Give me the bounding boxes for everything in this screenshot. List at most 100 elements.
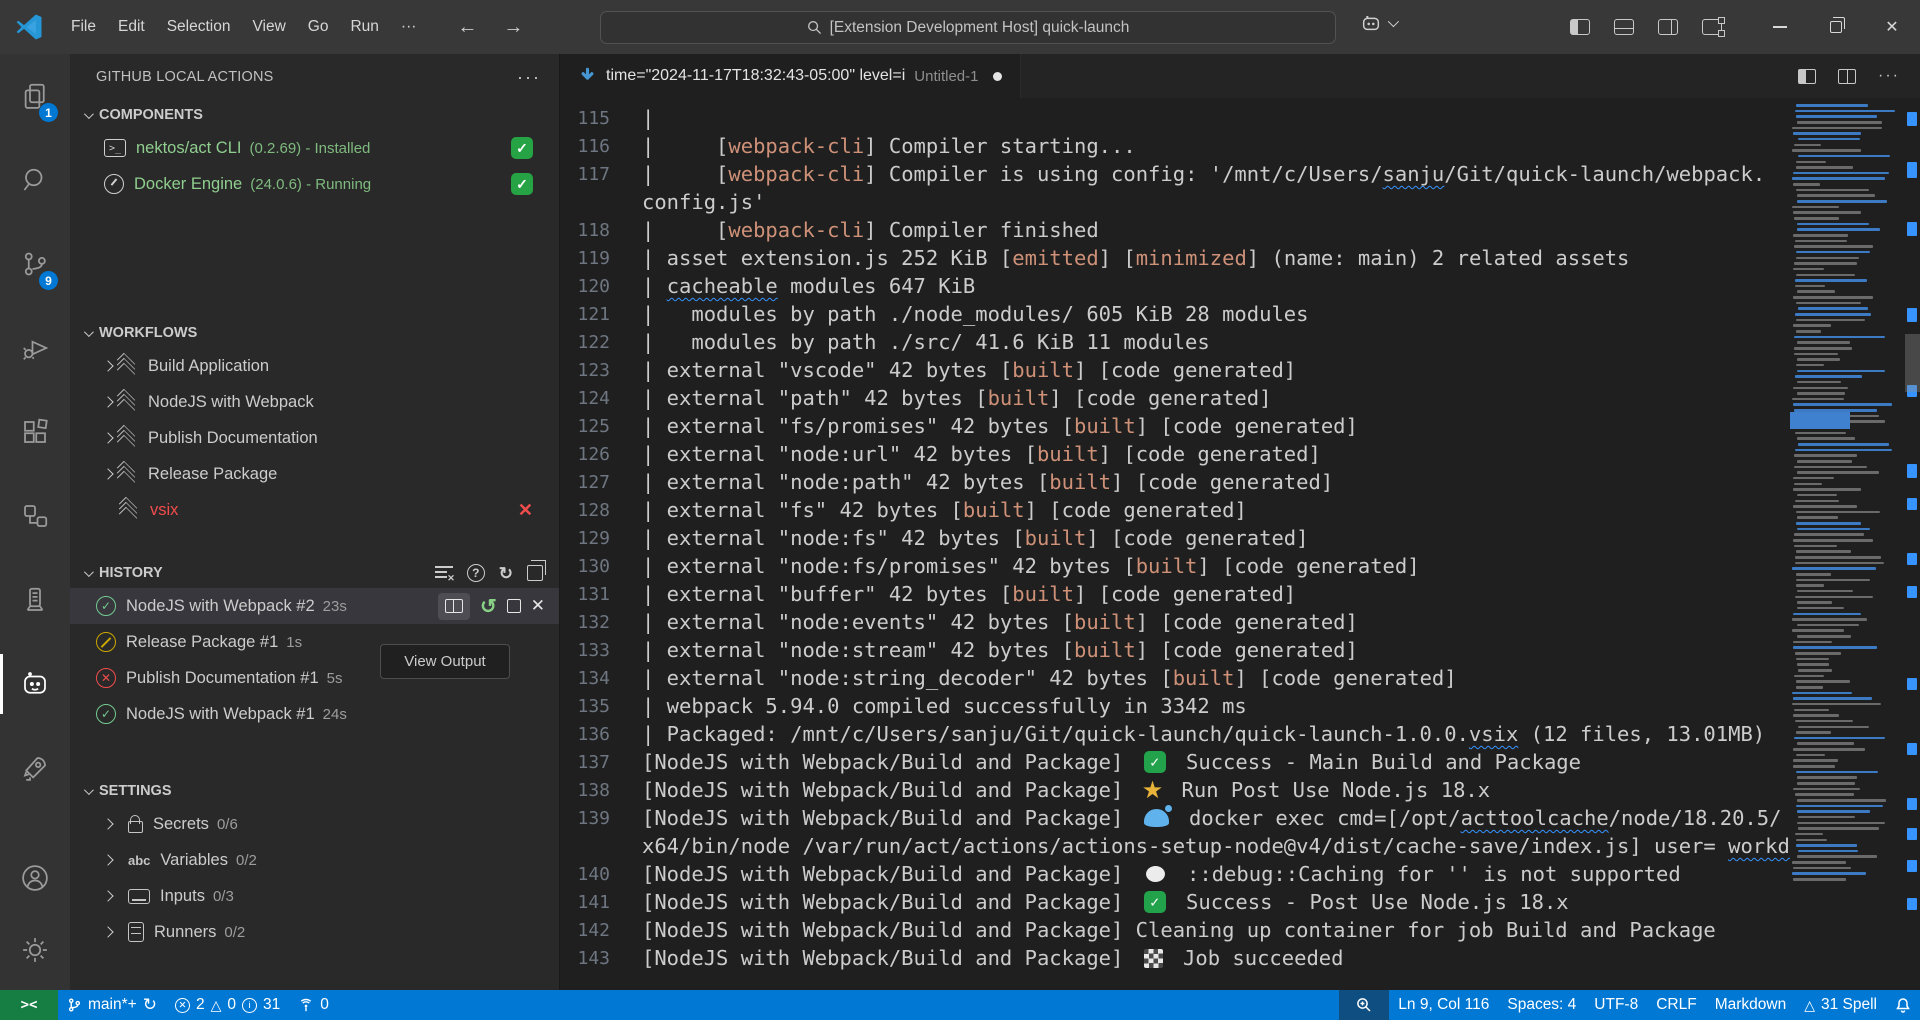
- chevron-right-icon[interactable]: [102, 360, 113, 371]
- remote-indicator[interactable]: ><: [0, 990, 58, 1020]
- code-line[interactable]: 133| external "node:stream" 42 bytes [bu…: [560, 636, 1790, 664]
- zoom-indicator[interactable]: [1339, 990, 1389, 1020]
- code-line[interactable]: 128| external "fs" 42 bytes [built] [cod…: [560, 496, 1790, 524]
- stop-icon[interactable]: [507, 599, 521, 613]
- code-line[interactable]: 121| modules by path ./node_modules/ 605…: [560, 300, 1790, 328]
- settings-button[interactable]: [0, 914, 70, 986]
- settings-row-runners[interactable]: Runners0/2: [70, 914, 559, 950]
- command-center-search[interactable]: [Extension Development Host] quick-launc…: [600, 11, 1336, 44]
- component-row[interactable]: Docker Engine(24.0.6) - Running✓: [70, 166, 559, 202]
- text-editor[interactable]: 115|116| [webpack-cli] Compiler starting…: [560, 98, 1920, 990]
- code-line[interactable]: 138[NodeJS with Webpack/Build and Packag…: [560, 776, 1790, 804]
- code-line[interactable]: 140[NodeJS with Webpack/Build and Packag…: [560, 860, 1790, 888]
- section-header-components[interactable]: COMPONENTS: [70, 100, 559, 130]
- chevron-right-icon[interactable]: [102, 432, 113, 443]
- code-line[interactable]: 143[NodeJS with Webpack/Build and Packag…: [560, 944, 1790, 972]
- minimap[interactable]: [1790, 98, 1920, 990]
- back-arrow-icon[interactable]: ←: [453, 16, 481, 39]
- tab-untitled-1[interactable]: time="2024-11-17T18:32:43-05:00" level=i…: [560, 54, 1021, 98]
- encoding[interactable]: UTF-8: [1585, 990, 1647, 1020]
- toggle-secondary-sidebar-icon[interactable]: [1658, 19, 1678, 35]
- copilot-menu[interactable]: [1360, 12, 1396, 34]
- workflow-row[interactable]: Publish Documentation: [70, 420, 559, 456]
- section-header-settings[interactable]: SETTINGS: [70, 776, 559, 806]
- code-line[interactable]: 120| cacheable modules 647 KiB: [560, 272, 1790, 300]
- code-line[interactable]: 119| asset extension.js 252 KiB [emitted…: [560, 244, 1790, 272]
- code-line[interactable]: 132| external "node:events" 42 bytes [bu…: [560, 608, 1790, 636]
- code-line[interactable]: 135| webpack 5.94.0 compiled successfull…: [560, 692, 1790, 720]
- settings-row-variables[interactable]: abcVariables0/2: [70, 842, 559, 878]
- notifications[interactable]: [1886, 990, 1920, 1020]
- editor-more-actions-icon[interactable]: ···: [1878, 67, 1900, 85]
- chevron-right-icon[interactable]: [102, 396, 113, 407]
- forward-arrow-icon[interactable]: →: [499, 16, 527, 39]
- code-line[interactable]: 129| external "node:fs" 42 bytes [built]…: [560, 524, 1790, 552]
- component-row[interactable]: >_nektos/act CLI(0.2.69) - Installed✓: [70, 130, 559, 166]
- sidebar-item-explorer[interactable]: 1: [0, 54, 70, 138]
- code-line[interactable]: 126| external "node:url" 42 bytes [built…: [560, 440, 1790, 468]
- eol-sequence[interactable]: CRLF: [1647, 990, 1705, 1020]
- code-line[interactable]: 127| external "node:path" 42 bytes [buil…: [560, 468, 1790, 496]
- settings-row-secrets[interactable]: Secrets0/6: [70, 806, 559, 842]
- code-line[interactable]: 118| [webpack-cli] Compiler finished: [560, 216, 1790, 244]
- menu-item-view[interactable]: View: [241, 12, 296, 42]
- code-line[interactable]: 123| external "vscode" 42 bytes [built] …: [560, 356, 1790, 384]
- chevron-right-icon[interactable]: [102, 818, 113, 829]
- section-header-history[interactable]: HISTORY ? ↻: [70, 558, 559, 588]
- menu-item-run[interactable]: Run: [339, 12, 389, 42]
- view-output-button[interactable]: [438, 593, 470, 620]
- rerun-icon[interactable]: ↺: [480, 594, 497, 619]
- history-row[interactable]: ✓NodeJS with Webpack #124s: [70, 696, 559, 732]
- code-line[interactable]: 122| modules by path ./src/ 41.6 KiB 11 …: [560, 328, 1790, 356]
- code-line[interactable]: 124| external "path" 42 bytes [built] [c…: [560, 384, 1790, 412]
- restore-button[interactable]: [1808, 0, 1864, 54]
- workflow-row[interactable]: Release Package: [70, 456, 559, 492]
- dismiss-icon[interactable]: ✕: [531, 596, 545, 616]
- sidebar-item-github-local-actions[interactable]: [0, 642, 70, 726]
- menu-item-selection[interactable]: Selection: [156, 12, 242, 42]
- chevron-right-icon[interactable]: [102, 890, 113, 901]
- cursor-position[interactable]: Ln 9, Col 116: [1389, 990, 1498, 1020]
- code-line[interactable]: 116| [webpack-cli] Compiler starting...: [560, 132, 1790, 160]
- code-line[interactable]: 134| external "node:string_decoder" 42 b…: [560, 664, 1790, 692]
- sidebar-item-run-debug[interactable]: [0, 306, 70, 390]
- indentation[interactable]: Spaces: 4: [1498, 990, 1585, 1020]
- settings-row-inputs[interactable]: Inputs0/3: [70, 878, 559, 914]
- minimize-button[interactable]: [1752, 0, 1808, 54]
- ports-status[interactable]: 0: [289, 990, 338, 1020]
- sidebar-item-remote-device[interactable]: [0, 558, 70, 642]
- code-line[interactable]: 130| external "node:fs/promises" 42 byte…: [560, 552, 1790, 580]
- code-line[interactable]: 142[NodeJS with Webpack/Build and Packag…: [560, 916, 1790, 944]
- code-line[interactable]: config.js': [560, 188, 1790, 216]
- chevron-right-icon[interactable]: [102, 854, 113, 865]
- sidebar-item-hierarchy[interactable]: [0, 474, 70, 558]
- help-icon[interactable]: ?: [467, 564, 485, 582]
- code-line[interactable]: 115|: [560, 104, 1790, 132]
- sidebar-item-rocket[interactable]: [0, 726, 70, 810]
- workflow-row[interactable]: Build Application: [70, 348, 559, 384]
- refresh-icon[interactable]: ↻: [499, 565, 513, 582]
- chevron-right-icon[interactable]: [102, 926, 113, 937]
- sidebar-item-search[interactable]: [0, 138, 70, 222]
- menu-item-moremoremore[interactable]: ···: [390, 12, 428, 42]
- workflow-row[interactable]: NodeJS with Webpack: [70, 384, 559, 420]
- problems-status[interactable]: ✕ 2 △ 0 i 31: [166, 990, 289, 1020]
- code-line[interactable]: 141[NodeJS with Webpack/Build and Packag…: [560, 888, 1790, 916]
- clear-history-icon[interactable]: [435, 566, 453, 580]
- sidebar-item-source-control[interactable]: 9: [0, 222, 70, 306]
- toggle-panel-icon[interactable]: [1614, 19, 1634, 35]
- close-icon[interactable]: ✕: [518, 500, 533, 521]
- workflow-row[interactable]: vsix✕: [70, 492, 559, 528]
- checkbox-checked-icon[interactable]: ✓: [511, 137, 533, 159]
- accounts-button[interactable]: [0, 842, 70, 914]
- open-preview-icon[interactable]: [1798, 69, 1816, 84]
- menu-item-edit[interactable]: Edit: [107, 12, 156, 42]
- code-line[interactable]: 136| Packaged: /mnt/c/Users/sanju/Git/qu…: [560, 720, 1790, 748]
- modified-dot-icon[interactable]: [993, 72, 1002, 81]
- section-header-workflows[interactable]: WORKFLOWS: [70, 318, 559, 348]
- code-line[interactable]: 137[NodeJS with Webpack/Build and Packag…: [560, 748, 1790, 776]
- customize-layout-icon[interactable]: [1702, 19, 1722, 35]
- code-line[interactable]: 131| external "buffer" 42 bytes [built] …: [560, 580, 1790, 608]
- collapse-all-icon[interactable]: [527, 565, 543, 581]
- split-editor-icon[interactable]: [1838, 69, 1856, 84]
